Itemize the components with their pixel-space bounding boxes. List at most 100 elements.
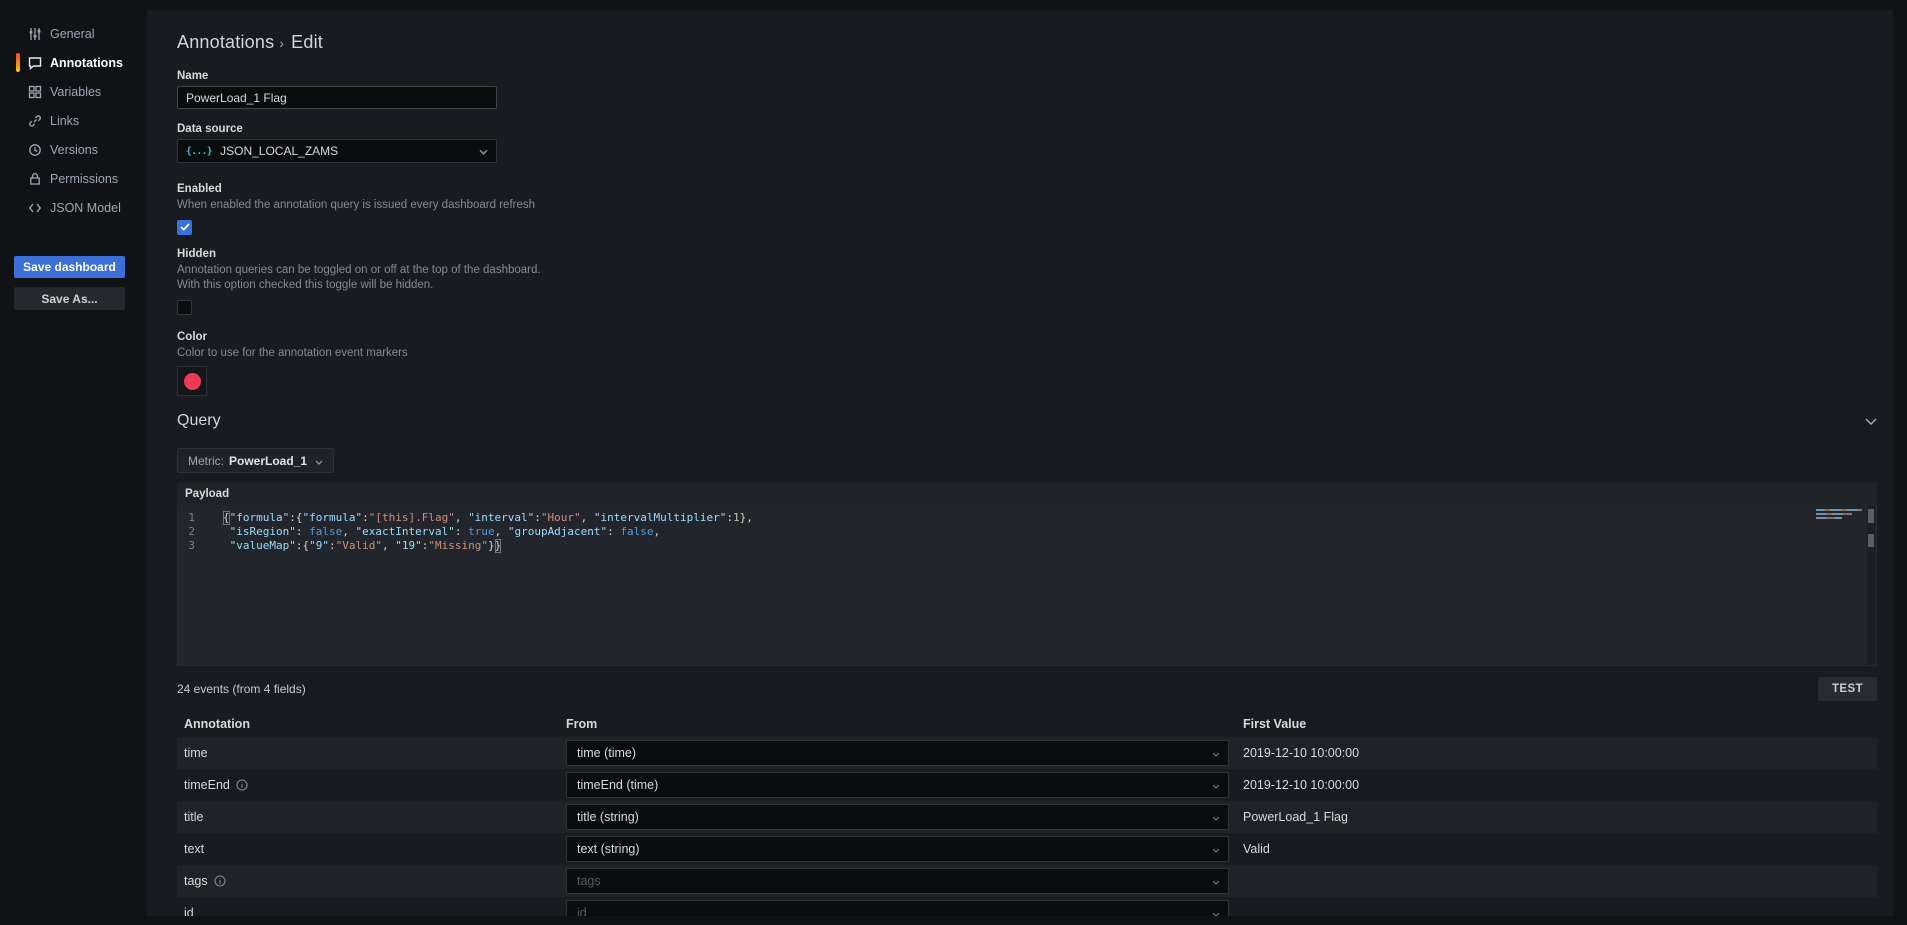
first-value: 2019-12-10 10:00:00 — [1243, 778, 1877, 792]
payload-label-bar: Payload — [177, 483, 1877, 505]
datasource-field-group: Data source {...} JSON_LOCAL_ZAMS — [177, 123, 1877, 163]
query-section-title: Query — [177, 412, 221, 430]
from-value: text (string) — [577, 842, 640, 856]
color-picker[interactable] — [177, 366, 207, 396]
table-header-row: Annotation From First Value — [177, 711, 1877, 737]
annotation-color-dot — [184, 373, 201, 390]
save-as-button[interactable]: Save As... — [14, 287, 125, 310]
sidebar-item-label: Links — [50, 114, 79, 128]
results-row: 24 events (from 4 fields) TEST — [177, 677, 1877, 701]
payload-code[interactable]: 1{"formula":{"formula":"[this].Flag", "i… — [178, 511, 1876, 553]
table-row-text: text text (string) Valid — [177, 833, 1877, 865]
sidebar-item-versions[interactable]: Versions — [0, 135, 147, 164]
column-header-annotation: Annotation — [177, 717, 566, 731]
from-placeholder: id — [577, 906, 587, 916]
scrollbar-thumb[interactable] — [1868, 534, 1874, 547]
sidebar-item-label: Permissions — [50, 172, 118, 186]
settings-sidebar: General Annotations Variables — [0, 0, 147, 925]
payload-label: Payload — [185, 488, 229, 500]
first-value: 2019-12-10 10:00:00 — [1243, 746, 1877, 760]
breadcrumb: Annotations›Edit — [177, 32, 1877, 53]
sidebar-item-label: General — [50, 27, 94, 41]
sidebar-item-annotations[interactable]: Annotations — [0, 48, 147, 77]
breadcrumb-separator: › — [279, 35, 284, 51]
sliders-icon — [27, 26, 42, 41]
from-select-id[interactable]: id — [566, 900, 1229, 916]
enabled-checkbox[interactable] — [177, 220, 192, 235]
datasource-value: JSON_LOCAL_ZAMS — [220, 144, 338, 158]
info-icon[interactable] — [236, 779, 248, 791]
payload-editor[interactable]: 1{"formula":{"formula":"[this].Flag", "i… — [177, 505, 1877, 666]
hidden-label: Hidden — [177, 248, 1877, 260]
editor-minimap — [1816, 509, 1862, 521]
annotations-edit-panel: Annotations›Edit Name Data source {...} … — [147, 10, 1893, 916]
breadcrumb-root[interactable]: Annotations — [177, 32, 274, 52]
scrollbar-thumb[interactable] — [1868, 509, 1874, 523]
from-value: title (string) — [577, 810, 639, 824]
from-select-time[interactable]: time (time) — [566, 740, 1229, 766]
comment-icon — [27, 55, 42, 70]
chevron-down-icon — [315, 454, 323, 468]
row-label: id — [184, 906, 194, 916]
test-button[interactable]: TEST — [1818, 677, 1877, 701]
metric-select[interactable]: Metric: PowerLoad_1 — [177, 448, 334, 473]
metric-label: Metric: — [188, 454, 224, 468]
sidebar-item-permissions[interactable]: Permissions — [0, 164, 147, 193]
chevron-down-icon — [1212, 778, 1220, 792]
chevron-down-icon — [479, 144, 488, 158]
hidden-checkbox[interactable] — [177, 300, 192, 315]
chevron-down-icon — [1212, 874, 1220, 888]
chevron-down-icon[interactable] — [1865, 412, 1877, 430]
chevron-down-icon — [1212, 810, 1220, 824]
sidebar-item-variables[interactable]: Variables — [0, 77, 147, 106]
sidebar-item-label: JSON Model — [50, 201, 121, 215]
from-select-tags[interactable]: tags — [566, 868, 1229, 894]
row-label: title — [184, 810, 203, 824]
datasource-select[interactable]: {...} JSON_LOCAL_ZAMS — [177, 139, 497, 163]
sidebar-item-general[interactable]: General — [0, 19, 147, 48]
name-field-group: Name — [177, 70, 1877, 109]
color-label: Color — [177, 331, 1877, 343]
chevron-down-icon — [1212, 906, 1220, 916]
code-brackets-icon — [27, 200, 42, 215]
hidden-field-group: Hidden Annotation queries can be toggled… — [177, 248, 1877, 315]
row-label: time — [184, 746, 208, 760]
chevron-down-icon — [1212, 746, 1220, 760]
first-value: PowerLoad_1 Flag — [1243, 810, 1877, 824]
row-label: tags — [184, 874, 208, 888]
column-header-first-value: First Value — [1243, 717, 1877, 731]
from-select-timeend[interactable]: timeEnd (time) — [566, 772, 1229, 798]
from-select-title[interactable]: title (string) — [566, 804, 1229, 830]
table-row-id: id id — [177, 897, 1877, 916]
table-row-time: time time (time) 2019-12-10 10:00:00 — [177, 737, 1877, 769]
name-label: Name — [177, 70, 1877, 82]
history-icon — [27, 142, 42, 157]
app-root: General Annotations Variables — [0, 0, 1907, 925]
color-description: Color to use for the annotation event ma… — [177, 346, 541, 362]
sidebar-item-label: Annotations — [50, 56, 123, 70]
table-row-timeend: timeEnd timeEnd (time) 2019-12-10 10:00:… — [177, 769, 1877, 801]
save-dashboard-button[interactable]: Save dashboard — [14, 256, 125, 278]
editor-scrollbar[interactable] — [1867, 505, 1875, 665]
json-datasource-icon: {...} — [186, 146, 212, 157]
events-summary: 24 events (from 4 fields) — [177, 682, 306, 696]
sidebar-item-json-model[interactable]: JSON Model — [0, 193, 147, 222]
color-field-group: Color Color to use for the annotation ev… — [177, 331, 1877, 397]
row-label: timeEnd — [184, 778, 230, 792]
column-header-from: From — [566, 717, 1243, 731]
table-row-tags: tags tags — [177, 865, 1877, 897]
sidebar-actions: Save dashboard Save As... — [0, 256, 147, 310]
sidebar-item-links[interactable]: Links — [0, 106, 147, 135]
hidden-description: Annotation queries can be toggled on or … — [177, 263, 541, 294]
sidebar-item-label: Variables — [50, 85, 101, 99]
from-placeholder: tags — [577, 874, 601, 888]
info-icon[interactable] — [214, 875, 226, 887]
chevron-down-icon — [1212, 842, 1220, 856]
enabled-field-group: Enabled When enabled the annotation quer… — [177, 183, 1877, 235]
lock-icon — [27, 171, 42, 186]
query-section-header[interactable]: Query — [177, 412, 1877, 430]
name-input[interactable] — [177, 86, 497, 109]
sidebar-item-label: Versions — [50, 143, 98, 157]
from-select-text[interactable]: text (string) — [566, 836, 1229, 862]
field-mapping-table: Annotation From First Value time time (t… — [177, 711, 1877, 916]
